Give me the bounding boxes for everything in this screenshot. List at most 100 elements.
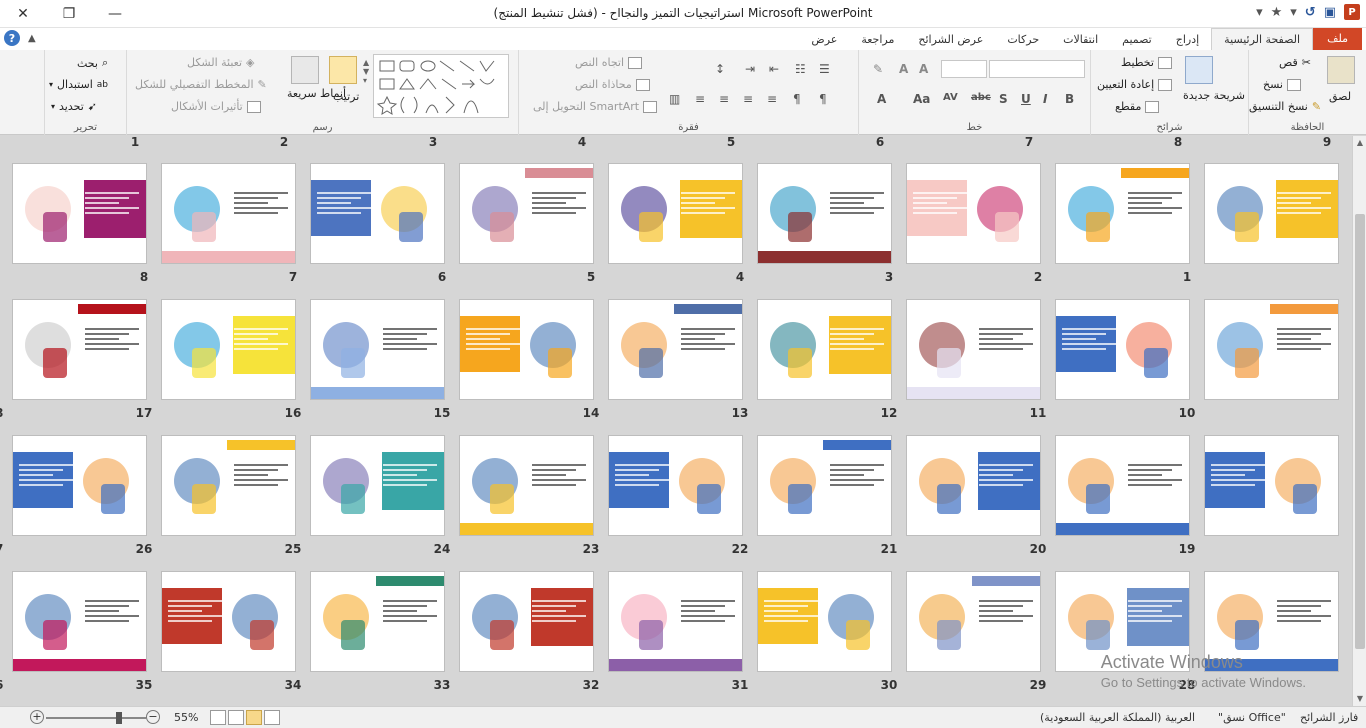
align-left-icon[interactable]: ≡ [719,92,729,106]
cut-button[interactable]: قص ✂ [1279,56,1311,69]
slide-thumbnail[interactable] [1055,299,1190,400]
slide-thumbnail[interactable] [161,571,296,672]
restore-window-button[interactable]: ❐ [46,0,92,28]
paste-icon[interactable] [1327,56,1355,84]
arrange-icon[interactable] [329,56,357,84]
replace-button[interactable]: ▾ استبدال ab [49,78,108,91]
line-spacing-icon[interactable]: ↕ [715,62,725,76]
redo-icon[interactable]: ★ [1271,5,1283,20]
rtl-icon[interactable]: ¶ [819,92,827,106]
slide-thumbnail[interactable] [161,299,296,400]
slide-thumbnail[interactable] [757,299,892,400]
new-slide-icon[interactable] [1185,56,1213,84]
slide-thumbnail[interactable] [757,571,892,672]
decrease-indent-icon[interactable]: ⇤ [769,62,779,76]
slide-thumbnail[interactable] [459,571,594,672]
close-window-button[interactable]: ✕ [0,0,46,28]
tab-slideshow[interactable]: عرض الشرائح [906,30,995,50]
zoom-level[interactable]: 55% [174,711,198,724]
section-button[interactable]: مقطع [1115,100,1160,113]
slide-thumbnail[interactable] [459,435,594,536]
shape-effects-button[interactable]: تأثيرات الأشكال [171,100,261,113]
find-button[interactable]: بحث ⌕ [77,56,108,70]
tab-animations[interactable]: حركات [995,30,1051,50]
slide-thumbnail[interactable] [1204,435,1339,536]
ltr-icon[interactable]: ¶ [793,92,801,106]
bold-icon[interactable]: B [1065,92,1074,106]
numbering-icon[interactable]: ☷ [795,62,806,76]
slide-thumbnail[interactable] [906,163,1041,264]
scrollbar-thumb[interactable] [1355,214,1365,649]
font-color-icon[interactable]: A [877,92,886,106]
save-icon[interactable]: ▣ [1324,5,1336,20]
quick-styles-button[interactable]: أنماط سريعة [287,88,346,100]
zoom-in-button[interactable]: + [30,710,44,724]
scroll-down-icon[interactable]: ▼ [1353,692,1366,706]
slide-thumbnail[interactable] [310,163,445,264]
font-name-combo[interactable] [989,60,1085,78]
smartart-button[interactable]: التحويل إلى SmartArt [533,100,658,113]
scroll-up-icon[interactable]: ▲ [1353,136,1366,150]
vertical-scrollbar[interactable]: ▲ ▼ [1352,136,1366,706]
slide-thumbnail[interactable] [608,163,743,264]
zoom-out-button[interactable]: − [146,710,160,724]
slide-thumbnail[interactable] [608,435,743,536]
reading-view-icon[interactable] [228,710,244,725]
align-right-icon[interactable]: ≡ [767,92,777,106]
clear-format-icon[interactable]: ✎ [873,62,883,76]
justify-icon[interactable]: ≡ [695,92,705,106]
slide-thumbnail[interactable] [757,435,892,536]
undo-icon[interactable]: ↺ [1305,5,1316,20]
minimize-window-button[interactable]: — [92,0,138,28]
align-center-icon[interactable]: ≡ [743,92,753,106]
language-indicator[interactable]: العربية (المملكة العربية السعودية) [1040,711,1195,724]
slide-thumbnail[interactable] [906,299,1041,400]
slide-sorter-view-icon[interactable] [246,710,262,725]
slide-thumbnail[interactable] [1204,299,1339,400]
tab-insert[interactable]: إدراج [1164,30,1211,50]
slide-thumbnail[interactable] [459,163,594,264]
tab-design[interactable]: تصميم [1110,30,1164,50]
copy-button[interactable]: نسخ [1263,78,1301,91]
underline-icon[interactable]: U [1021,92,1031,106]
slide-thumbnail[interactable] [757,163,892,264]
slide-sorter[interactable]: 9 8 7 6 5 4 3 2 1 1234567891011121314151… [0,136,1352,706]
slide-thumbnail[interactable] [1055,435,1190,536]
slide-thumbnail[interactable] [608,571,743,672]
font-size-combo[interactable] [941,60,987,78]
align-text-button[interactable]: محاذاة النص [575,78,650,91]
shrink-font-icon[interactable]: A [899,62,908,76]
tab-review[interactable]: مراجعة [849,30,906,50]
slide-thumbnail[interactable] [906,571,1041,672]
columns-icon[interactable]: ▥ [669,92,680,106]
slide-thumbnail[interactable] [906,435,1041,536]
change-case-icon[interactable]: Aa [913,92,930,106]
format-painter-button[interactable]: نسخ التنسيق ✎ [1249,100,1321,113]
char-spacing-icon[interactable]: AV [943,92,958,103]
increase-indent-icon[interactable]: ⇥ [745,62,755,76]
shadow-icon[interactable]: S [999,92,1008,106]
shape-outline-button[interactable]: المخطط التفصيلي للشكل ✎ [135,78,267,91]
slide-thumbnail[interactable] [310,299,445,400]
slide-thumbnail[interactable] [12,435,147,536]
zoom-slider-knob[interactable] [116,712,122,724]
slide-thumbnail[interactable] [459,299,594,400]
tab-home[interactable]: الصفحة الرئيسية [1211,28,1314,50]
bullets-icon[interactable]: ☰ [819,62,830,76]
collapse-ribbon-icon[interactable]: ▲ [28,33,36,44]
slide-thumbnail[interactable] [12,571,147,672]
slide-thumbnail[interactable] [161,163,296,264]
slide-thumbnail[interactable] [1204,163,1339,264]
quick-styles-icon[interactable] [291,56,319,84]
new-slide-button[interactable]: شريحة جديدة [1183,90,1245,102]
slide-thumbnail[interactable] [608,299,743,400]
slide-thumbnail[interactable] [310,435,445,536]
tab-view[interactable]: عرض [799,30,849,50]
select-button[interactable]: ▾ تحديد ➹ [51,100,97,113]
tab-transitions[interactable]: انتقالات [1051,30,1110,50]
text-direction-button[interactable]: اتجاه النص [575,56,643,69]
slide-thumbnail[interactable] [310,571,445,672]
grow-font-icon[interactable]: A [919,62,928,76]
shapes-gallery[interactable] [373,54,509,118]
undo-dropdown-icon[interactable]: ▾ [1290,5,1297,20]
